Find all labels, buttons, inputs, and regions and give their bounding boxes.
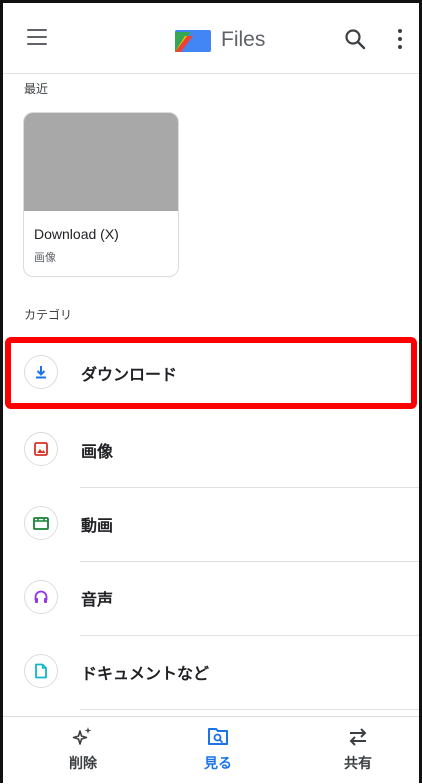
- category-label: 画像: [81, 442, 114, 461]
- category-label: 音声: [81, 590, 114, 609]
- nav-label: 共有: [344, 756, 372, 772]
- more-options-icon[interactable]: [396, 29, 404, 51]
- file-thumbnail: [24, 113, 178, 211]
- sparkle-clean-icon: [72, 727, 92, 745]
- headphones-icon: [24, 580, 58, 614]
- search-icon[interactable]: [343, 27, 367, 51]
- category-label: 動画: [81, 516, 114, 535]
- video-icon: [24, 506, 58, 540]
- recent-section-label: 最近: [24, 82, 49, 96]
- nav-label: 見る: [204, 756, 232, 772]
- category-videos[interactable]: 動画: [3, 488, 419, 562]
- browse-icon: [208, 728, 228, 745]
- app-title-text: Files: [221, 28, 266, 51]
- categories-section-label: カテゴリ: [24, 308, 73, 322]
- recent-file-type: 画像: [34, 251, 56, 264]
- divider: [80, 709, 419, 710]
- nav-share[interactable]: 共有: [298, 717, 418, 784]
- share-arrows-icon: [349, 728, 367, 746]
- category-audio[interactable]: 音声: [3, 562, 419, 636]
- nav-label: 削除: [69, 756, 97, 772]
- top-app-bar: Files: [3, 3, 419, 74]
- nav-clean[interactable]: 削除: [23, 717, 143, 784]
- recent-file-name: Download (X): [34, 226, 119, 242]
- document-icon: [24, 654, 58, 688]
- nav-browse[interactable]: 見る: [158, 717, 278, 784]
- menu-icon[interactable]: [27, 29, 49, 47]
- category-images[interactable]: 画像: [3, 414, 419, 488]
- app-title: Files: [175, 25, 265, 55]
- files-logo-icon: [175, 30, 211, 52]
- highlight-frame: [5, 337, 417, 409]
- category-label: ドキュメントなど: [81, 664, 210, 683]
- image-icon: [24, 432, 58, 466]
- recent-file-card[interactable]: Download (X) 画像: [23, 112, 179, 277]
- bottom-navigation: 削除 見る 共有: [3, 716, 419, 784]
- category-documents[interactable]: ドキュメントなど: [3, 636, 419, 710]
